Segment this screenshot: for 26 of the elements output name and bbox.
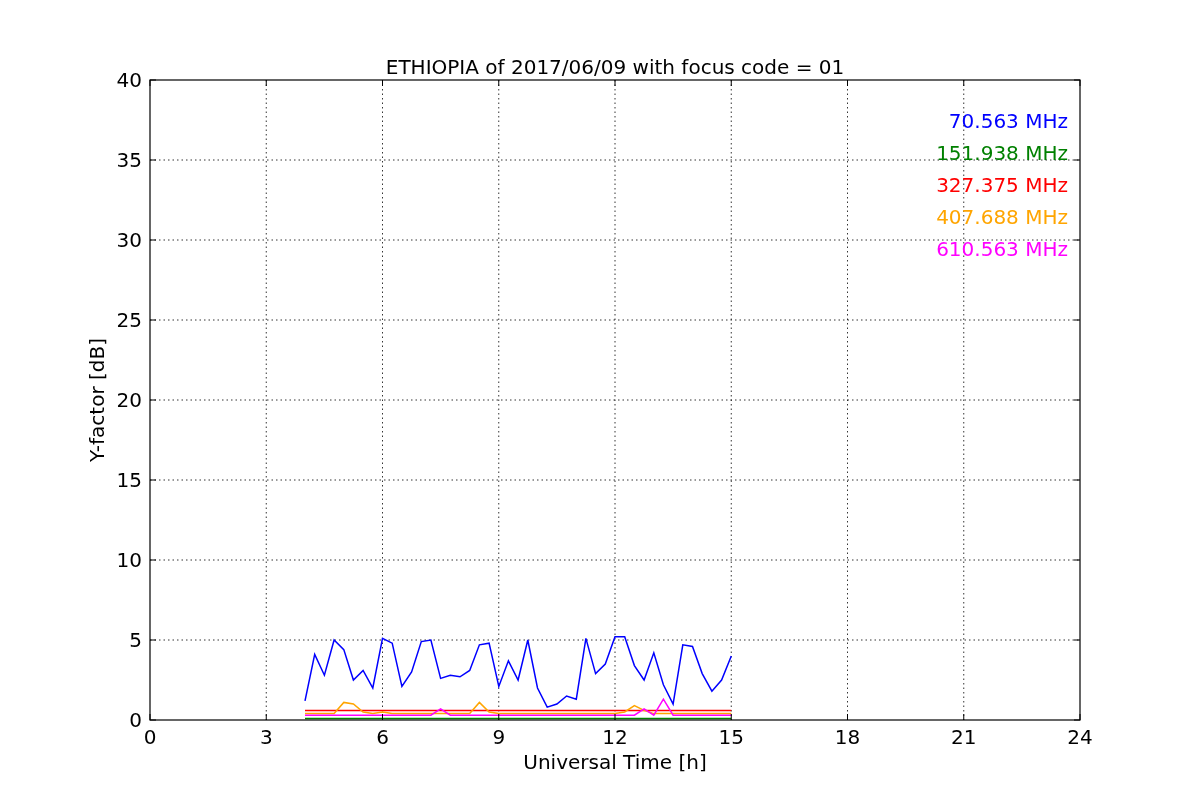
legend-label: 327.375 MHz xyxy=(936,173,1068,197)
x-tick-label: 12 xyxy=(602,725,628,749)
x-tick-label: 24 xyxy=(1067,725,1093,749)
legend-label: 610.563 MHz xyxy=(936,237,1068,261)
x-tick-label: 21 xyxy=(951,725,977,749)
y-tick-label: 25 xyxy=(116,308,142,332)
legend-label: 151.938 MHz xyxy=(936,141,1068,165)
x-tick-label: 6 xyxy=(376,725,389,749)
legend-label: 407.688 MHz xyxy=(936,205,1068,229)
x-tick-label: 3 xyxy=(259,725,273,749)
y-tick-label: 10 xyxy=(116,548,142,572)
y-tick-label: 20 xyxy=(116,388,142,412)
y-tick-label: 0 xyxy=(129,708,142,732)
legend-label: 70.563 MHz xyxy=(948,109,1068,133)
x-tick-label: 0 xyxy=(143,725,157,749)
y-tick-label: 40 xyxy=(116,68,142,92)
y-tick-label: 15 xyxy=(116,468,142,492)
x-tick-label: 18 xyxy=(834,725,861,749)
chart-title: ETHIOPIA of 2017/06/09 with focus code = 01 xyxy=(385,55,845,79)
y-tick-label: 5 xyxy=(129,628,142,652)
x-axis-label: Universal Time [h] xyxy=(523,750,707,774)
y-tick-label: 30 xyxy=(116,228,142,252)
x-tick-label: 15 xyxy=(718,725,744,749)
y-tick-label: 35 xyxy=(116,148,142,172)
x-tick-label: 9 xyxy=(492,725,506,749)
y-axis-label: Y-factor [dB] xyxy=(85,338,109,462)
